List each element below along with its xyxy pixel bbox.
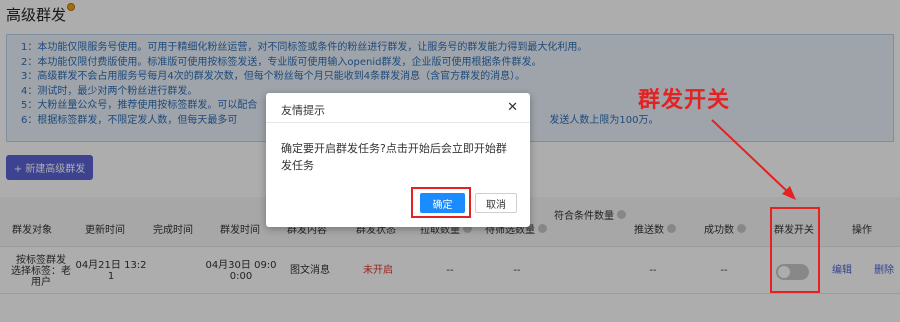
annotation-arrow xyxy=(711,119,796,200)
arrow-shaft xyxy=(711,119,791,195)
